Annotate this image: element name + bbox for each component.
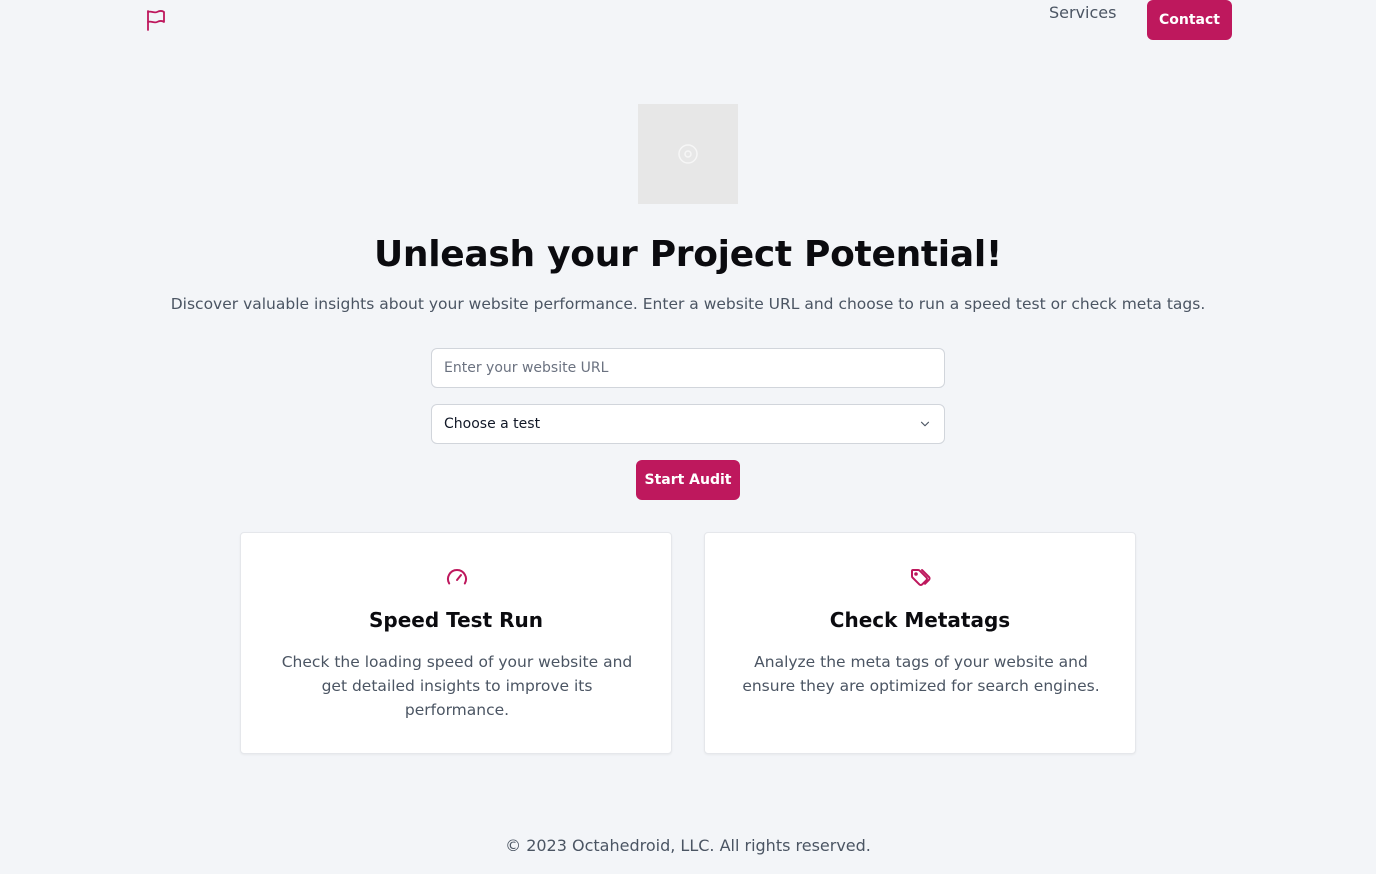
website-url-input[interactable] bbox=[431, 348, 945, 388]
speed-test-description: Check the loading speed of your website … bbox=[281, 653, 633, 719]
speed-test-title: Speed Test Run bbox=[369, 608, 543, 632]
image-placeholder-icon bbox=[678, 144, 698, 164]
flag-icon[interactable] bbox=[144, 8, 168, 32]
hero-image-placeholder bbox=[638, 104, 738, 204]
chevron-down-icon bbox=[920, 421, 930, 427]
nav-services-link[interactable]: Services bbox=[1049, 3, 1116, 23]
metatags-description: Analyze the meta tags of your website an… bbox=[742, 653, 1100, 695]
test-type-select[interactable]: Choose a test bbox=[431, 404, 945, 444]
test-select-value: Choose a test bbox=[444, 416, 541, 432]
footer-copyright: © 2023 Octahedroid, LLC. All rights rese… bbox=[505, 836, 871, 855]
speed-test-card: Speed Test Run Check the loading speed o… bbox=[240, 532, 672, 754]
speedometer-icon bbox=[447, 569, 467, 585]
start-audit-button[interactable]: Start Audit bbox=[636, 460, 740, 500]
page-title: Unleash your Project Potential! bbox=[374, 234, 1002, 275]
tags-icon bbox=[911, 569, 931, 586]
contact-button[interactable]: Contact bbox=[1147, 0, 1232, 40]
metatags-title: Check Metatags bbox=[829, 608, 1011, 632]
page-subtitle: Discover valuable insights about your we… bbox=[170, 295, 1206, 313]
metatags-card: Check Metatags Analyze the meta tags of … bbox=[704, 532, 1136, 754]
